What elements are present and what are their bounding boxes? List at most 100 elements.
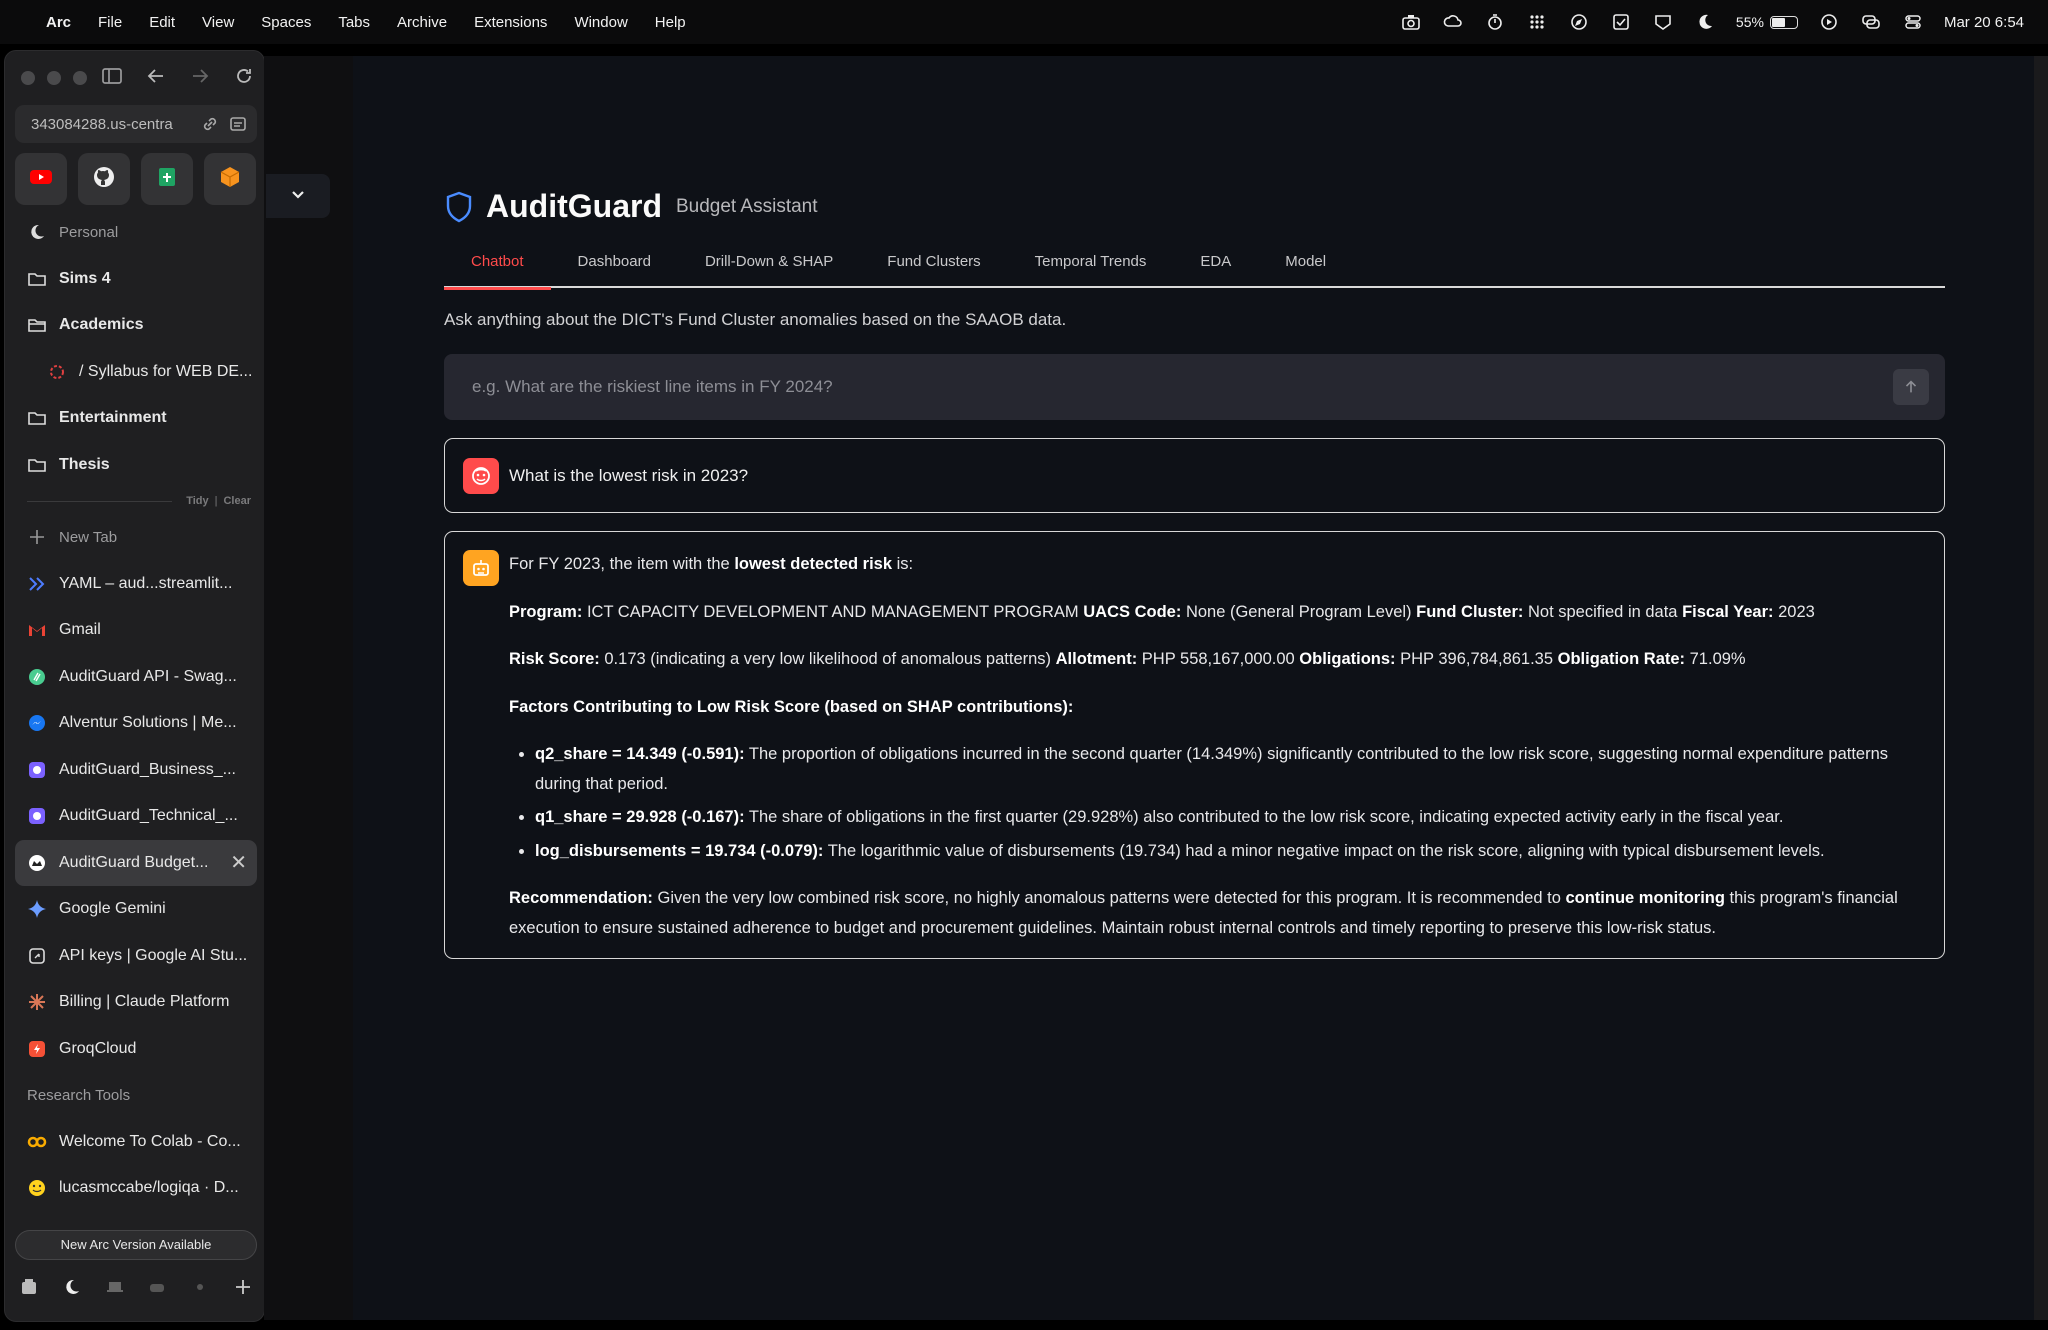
sidebar-expand-button[interactable] bbox=[266, 174, 330, 218]
folder-sims4[interactable]: Sims 4 bbox=[15, 256, 257, 303]
send-button[interactable] bbox=[1893, 369, 1929, 405]
pinned-youtube[interactable] bbox=[15, 153, 67, 205]
menu-tabs[interactable]: Tabs bbox=[338, 14, 370, 31]
forward-arrow-icon[interactable] bbox=[189, 65, 211, 92]
back-arrow-icon[interactable] bbox=[145, 65, 167, 92]
link-icon[interactable] bbox=[201, 115, 219, 133]
tab-label: AuditGuard_Technical_... bbox=[59, 807, 238, 825]
tab-messenger[interactable]: Alventur Solutions | Me... bbox=[15, 700, 257, 747]
url-text[interactable]: 343084288.us-centra bbox=[31, 116, 191, 133]
dot-space-icon[interactable] bbox=[190, 1277, 210, 1302]
compass-icon[interactable] bbox=[1568, 13, 1590, 31]
moon-icon[interactable] bbox=[1694, 13, 1716, 31]
tab-dashboard[interactable]: Dashboard bbox=[551, 244, 678, 288]
menu-help[interactable]: Help bbox=[655, 14, 686, 31]
tab-model[interactable]: Model bbox=[1258, 244, 1353, 288]
tab-auditguard-technical[interactable]: AuditGuard_Technical_... bbox=[15, 793, 257, 840]
section-label: Research Tools bbox=[27, 1086, 131, 1104]
tab-eda[interactable]: EDA bbox=[1173, 244, 1258, 288]
add-space-icon[interactable] bbox=[233, 1277, 253, 1302]
folder-entertainment[interactable]: Entertainment bbox=[15, 395, 257, 442]
tab-gmail[interactable]: Gmail bbox=[15, 607, 257, 654]
new-tab-button[interactable]: New Tab bbox=[15, 514, 257, 561]
menu-extensions[interactable]: Extensions bbox=[474, 14, 547, 31]
gear-favicon-icon bbox=[47, 362, 67, 382]
menubar-clock[interactable]: Mar 20 6:54 bbox=[1944, 14, 2024, 31]
laptop-space-icon[interactable] bbox=[105, 1277, 125, 1302]
list-item: q2_share = 14.349 (-0.591): The proporti… bbox=[535, 740, 1938, 799]
sidebar-toggle-icon[interactable] bbox=[101, 65, 123, 92]
cloud-sync-icon[interactable] bbox=[1442, 13, 1464, 31]
tab-auditguard-business[interactable]: AuditGuard_Business_... bbox=[15, 747, 257, 794]
tab-label: Google Gemini bbox=[59, 900, 166, 918]
tab-swagger[interactable]: AuditGuard API - Swag... bbox=[15, 654, 257, 701]
tab-ai-studio[interactable]: API keys | Google AI Stu... bbox=[15, 933, 257, 980]
huggingface-icon bbox=[27, 1178, 47, 1198]
box-icon bbox=[218, 165, 242, 194]
folder-research-tools[interactable]: Research Tools bbox=[15, 1072, 257, 1119]
messenger-icon bbox=[27, 713, 47, 733]
space-header[interactable]: Personal bbox=[15, 209, 257, 256]
moon-space-icon[interactable] bbox=[62, 1277, 82, 1302]
url-bar[interactable]: 343084288.us-centra bbox=[15, 105, 257, 143]
tab-auditguard-budget[interactable]: AuditGuard Budget... ✕ bbox=[15, 839, 257, 886]
shield-menu-icon[interactable] bbox=[1652, 13, 1674, 31]
tab-huggingface[interactable]: lucasmccabe/logiqa · D... bbox=[15, 1165, 257, 1212]
screen-mirroring-icon[interactable] bbox=[1860, 13, 1882, 31]
tab-drilldown-shap[interactable]: Drill-Down & SHAP bbox=[678, 244, 860, 288]
pinned-sheets[interactable] bbox=[141, 153, 193, 205]
play-circle-icon[interactable] bbox=[1818, 13, 1840, 31]
timer-icon[interactable] bbox=[1484, 13, 1506, 31]
folder-thesis[interactable]: Thesis bbox=[15, 442, 257, 489]
battery-indicator[interactable]: 55% bbox=[1736, 14, 1798, 30]
program-details: Program: ICT CAPACITY DEVELOPMENT AND MA… bbox=[509, 602, 1815, 621]
streamlit-favicon-icon bbox=[27, 574, 47, 594]
menu-archive[interactable]: Archive bbox=[397, 14, 447, 31]
chat-input[interactable]: e.g. What are the riskiest line items in… bbox=[444, 354, 1945, 420]
site-settings-icon[interactable] bbox=[229, 115, 247, 133]
archive-icon[interactable] bbox=[19, 1277, 39, 1302]
pinned-github[interactable] bbox=[78, 153, 130, 205]
menu-file[interactable]: File bbox=[98, 14, 122, 31]
sidebar-tab-list: Personal Sims 4 Academics / Syllabus for… bbox=[15, 209, 257, 1212]
tab-colab[interactable]: Welcome To Colab - Co... bbox=[15, 1119, 257, 1166]
space-name: Personal bbox=[59, 223, 119, 241]
new-tab-label: New Tab bbox=[59, 528, 118, 546]
menu-app-name[interactable]: Arc bbox=[46, 14, 71, 31]
pinned-box[interactable] bbox=[204, 153, 256, 205]
reload-icon[interactable] bbox=[233, 65, 255, 92]
close-tab-icon[interactable]: ✕ bbox=[230, 850, 247, 875]
tab-claude-billing[interactable]: Billing | Claude Platform bbox=[15, 979, 257, 1026]
menu-window[interactable]: Window bbox=[574, 14, 627, 31]
streamlit-crown-icon bbox=[27, 853, 47, 873]
close-window-button[interactable] bbox=[21, 71, 35, 85]
tab-label: AuditGuard Budget... bbox=[59, 853, 209, 871]
folder-label: Sims 4 bbox=[59, 269, 111, 287]
tab-chatbot[interactable]: Chatbot bbox=[444, 244, 551, 290]
new-arc-version-button[interactable]: New Arc Version Available bbox=[15, 1230, 257, 1260]
tab-label: YAML – aud...streamlit... bbox=[59, 574, 233, 592]
camera-icon[interactable] bbox=[1400, 13, 1422, 31]
chat-input-placeholder[interactable]: e.g. What are the riskiest line items in… bbox=[472, 377, 1893, 397]
tab-groqcloud[interactable]: GroqCloud bbox=[15, 1026, 257, 1073]
checkbox-icon[interactable] bbox=[1610, 13, 1632, 31]
tab-fund-clusters[interactable]: Fund Clusters bbox=[860, 244, 1007, 288]
control-center-icon[interactable] bbox=[1902, 13, 1924, 31]
zoom-window-button[interactable] bbox=[73, 71, 87, 85]
game-space-icon[interactable] bbox=[147, 1277, 167, 1302]
minimize-window-button[interactable] bbox=[47, 71, 61, 85]
clear-button[interactable]: Clear bbox=[223, 495, 251, 507]
folder-icon bbox=[27, 408, 47, 428]
tab-temporal-trends[interactable]: Temporal Trends bbox=[1008, 244, 1174, 288]
menu-spaces[interactable]: Spaces bbox=[261, 14, 311, 31]
tab-label: AuditGuard API - Swag... bbox=[59, 667, 237, 685]
menu-edit[interactable]: Edit bbox=[149, 14, 175, 31]
tab-yaml[interactable]: YAML – aud...streamlit... bbox=[15, 561, 257, 608]
tab-syllabus[interactable]: / Syllabus for WEB DE... bbox=[15, 349, 257, 396]
folder-academics[interactable]: Academics bbox=[15, 302, 257, 349]
arrow-up-icon bbox=[1905, 380, 1917, 393]
tab-gemini[interactable]: Google Gemini bbox=[15, 886, 257, 933]
menu-view[interactable]: View bbox=[202, 14, 234, 31]
grid-dots-icon[interactable] bbox=[1526, 13, 1548, 31]
tidy-button[interactable]: Tidy bbox=[186, 495, 208, 507]
